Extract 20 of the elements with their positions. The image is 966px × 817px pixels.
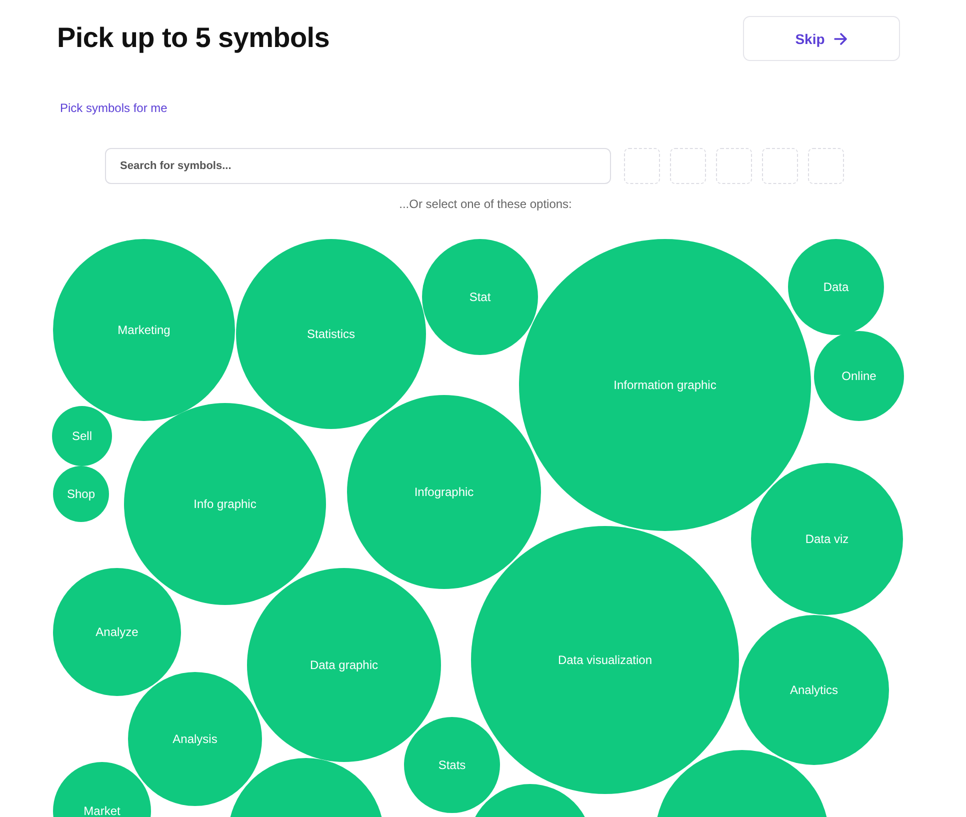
symbol-option[interactable]: Analytics — [739, 615, 889, 765]
symbol-option[interactable]: Statistics — [236, 239, 426, 429]
skip-button[interactable]: Skip — [743, 16, 900, 61]
arrow-icon — [834, 32, 848, 44]
symbol-option[interactable]: Analyze — [53, 568, 181, 696]
symbol-option[interactable]: Online — [814, 331, 904, 421]
symbol-option[interactable]: Data viz — [751, 463, 903, 615]
pick-for-me-link[interactable]: Pick symbols for me — [60, 101, 168, 115]
symbol-option[interactable]: Data — [788, 239, 884, 335]
symbol-option[interactable]: Information graphic — [519, 239, 811, 531]
symbol-option[interactable]: Data visualization — [471, 526, 739, 794]
symbol-option[interactable]: Shop — [53, 466, 109, 522]
symbol-option[interactable]: Stats — [404, 717, 500, 813]
symbol-option[interactable]: Marketing — [53, 239, 235, 421]
symbol-option[interactable]: Stat — [422, 239, 538, 355]
symbol-option[interactable]: Market — [53, 762, 151, 817]
search-field[interactable]: Search for symbols... — [105, 148, 611, 184]
page-title: Pick up to 5 symbols — [57, 22, 330, 54]
symbol-option[interactable]: Sell — [52, 406, 112, 466]
options-hint: ...Or select one of these options: — [398, 197, 573, 211]
